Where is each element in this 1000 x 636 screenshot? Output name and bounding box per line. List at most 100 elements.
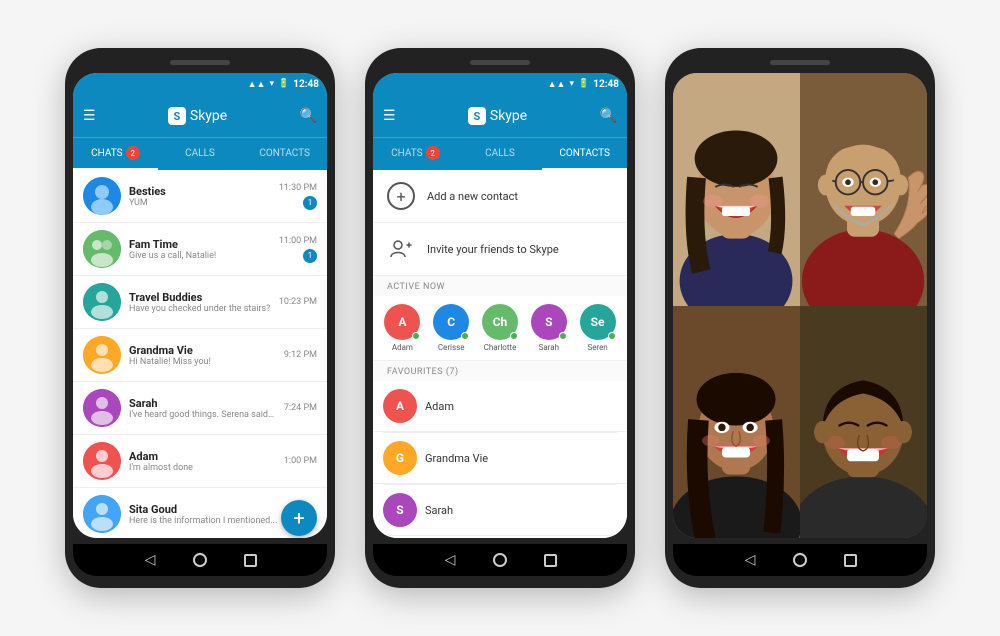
avatar-adam (83, 442, 121, 480)
chat-item-travel[interactable]: Travel Buddies Have you checked under th… (73, 276, 327, 329)
tab-calls-2[interactable]: CALLS (458, 138, 543, 170)
video-face-tr (800, 73, 927, 306)
chat-item-fam[interactable]: Fam Time Give us a call, Natalie! 11:00 … (73, 223, 327, 276)
chat-info-sarah: Sarah I've heard good things. Serena sai… (129, 397, 276, 420)
skype-s-logo-1: S (168, 107, 186, 125)
battery-icon-1: 🔋 (278, 79, 289, 89)
chat-time-besties: 11:30 PM (279, 183, 317, 193)
chat-name-grandma: Grandma Vie (129, 344, 276, 357)
video-cell-br (800, 306, 927, 539)
fab-button-1[interactable]: + (281, 500, 317, 536)
chat-info-travel: Travel Buddies Have you checked under th… (129, 291, 271, 314)
chat-time-fam: 11:00 PM (279, 236, 317, 246)
active-now-header: ACTIVE NOW (373, 276, 627, 296)
chat-name-adam: Adam (129, 450, 276, 463)
active-name-adam: Adam (392, 343, 413, 352)
back-btn-2[interactable]: ◁ (441, 551, 459, 569)
fav-avatar-sarah: S (383, 493, 417, 527)
chat-time-grandma: 9:12 PM (284, 350, 317, 360)
chat-meta-travel: 10:23 PM (279, 297, 317, 307)
add-contact-icon: + (387, 182, 415, 210)
phone-2: ▲▲ ▾ 🔋 12:48 ☰ S Skype 🔍 CHATS 2 CALLS C… (365, 48, 635, 588)
active-sarah[interactable]: S Sarah (529, 304, 568, 352)
chat-meta-adam: 1:00 PM (284, 456, 317, 466)
active-now-row: A Adam C Cerisse Ch Charlotte (373, 296, 627, 361)
fav-name-adam: Adam (425, 400, 454, 413)
phone-screen-3 (673, 73, 927, 538)
chat-preview-travel: Have you checked under the stairs? (129, 304, 271, 314)
online-dot-charlotte (510, 332, 518, 340)
back-btn-1[interactable]: ◁ (141, 551, 159, 569)
active-charlotte[interactable]: Ch Charlotte (481, 304, 520, 352)
chat-preview-fam: Give us a call, Natalie! (129, 251, 271, 261)
recents-btn-2[interactable] (541, 551, 559, 569)
search-icon-2[interactable]: 🔍 (600, 108, 617, 124)
tab-contacts-1[interactable]: CONTACTS (242, 138, 327, 170)
video-screen (673, 73, 927, 538)
video-cell-bl (673, 306, 800, 539)
status-bar-1: ▲▲ ▾ 🔋 12:48 (73, 73, 327, 95)
active-avatar-seren: Se (580, 304, 616, 340)
chat-info-adam: Adam I'm almost done (129, 450, 276, 473)
active-name-charlotte: Charlotte (484, 343, 517, 352)
video-face-tl (673, 73, 800, 306)
fav-grandma[interactable]: G Grandma Vie (373, 433, 627, 484)
invite-action[interactable]: Invite your friends to Skype (373, 223, 627, 276)
avatar-sarah (83, 389, 121, 427)
avatar-grandma (83, 336, 121, 374)
tab-chats-1[interactable]: CHATS 2 (73, 138, 158, 170)
chat-item-adam[interactable]: Adam I'm almost done 1:00 PM (73, 435, 327, 488)
active-name-seren: Seren (587, 343, 607, 352)
home-btn-2[interactable] (491, 551, 509, 569)
chat-preview-grandma: Hi Natalie! Miss you! (129, 357, 276, 367)
chat-preview-adam: I'm almost done (129, 463, 276, 473)
home-btn-3[interactable] (791, 551, 809, 569)
phone-3: ◁ (665, 48, 935, 588)
recents-btn-3[interactable] (841, 551, 859, 569)
wifi-icon-2: ▾ (569, 79, 574, 89)
video-cell-tl (673, 73, 800, 306)
phone-speaker-2 (470, 60, 530, 65)
chat-preview-besties: YUM (129, 198, 271, 208)
fav-name-grandma: Grandma Vie (425, 452, 488, 465)
menu-icon-2[interactable]: ☰ (383, 108, 396, 124)
skype-logo-1: S Skype (104, 107, 292, 125)
time-2: 12:48 (593, 79, 619, 90)
skype-logo-2: S Skype (404, 107, 592, 125)
chat-time-adam: 1:00 PM (284, 456, 317, 466)
active-cerisse[interactable]: C Cerisse (432, 304, 471, 352)
battery-icon-2: 🔋 (578, 79, 589, 89)
chat-item-besties[interactable]: Besties YUM 11:30 PM 1 (73, 170, 327, 223)
chat-name-sarah: Sarah (129, 397, 276, 410)
status-bar-2: ▲▲ ▾ 🔋 12:48 (373, 73, 627, 95)
chat-info-grandma: Grandma Vie Hi Natalie! Miss you! (129, 344, 276, 367)
search-icon-1[interactable]: 🔍 (300, 108, 317, 124)
phone-screen-1: ▲▲ ▾ 🔋 12:48 ☰ S Skype 🔍 CHATS 2 CALLS C… (73, 73, 327, 538)
home-btn-1[interactable] (191, 551, 209, 569)
chats-badge-1: 2 (126, 146, 140, 160)
add-contact-action[interactable]: + Add a new contact (373, 170, 627, 223)
fav-adam[interactable]: A Adam (373, 381, 627, 432)
chats-badge-2: 2 (426, 146, 440, 160)
unread-besties: 1 (303, 196, 317, 210)
active-avatar-sarah2: S (531, 304, 567, 340)
tab-calls-1[interactable]: CALLS (158, 138, 243, 170)
time-1: 12:48 (293, 79, 319, 90)
fav-sarah[interactable]: S Sarah (373, 485, 627, 536)
nav-bar-3: ◁ (673, 544, 927, 576)
active-seren[interactable]: Se Seren (578, 304, 617, 352)
avatar-sita (83, 495, 121, 533)
tab-contacts-2[interactable]: CONTACTS (542, 138, 627, 170)
recents-btn-1[interactable] (241, 551, 259, 569)
back-btn-3[interactable]: ◁ (741, 551, 759, 569)
skype-s-logo-2: S (468, 107, 486, 125)
tab-chats-2[interactable]: CHATS 2 (373, 138, 458, 170)
chat-name-travel: Travel Buddies (129, 291, 271, 304)
menu-icon-1[interactable]: ☰ (83, 108, 96, 124)
chat-item-grandma[interactable]: Grandma Vie Hi Natalie! Miss you! 9:12 P… (73, 329, 327, 382)
active-adam[interactable]: A Adam (383, 304, 422, 352)
video-face-br (800, 306, 927, 539)
chat-item-sarah[interactable]: Sarah I've heard good things. Serena sai… (73, 382, 327, 435)
video-cell-tr (800, 73, 927, 306)
favourites-header: FAVOURITES (7) (373, 361, 627, 381)
